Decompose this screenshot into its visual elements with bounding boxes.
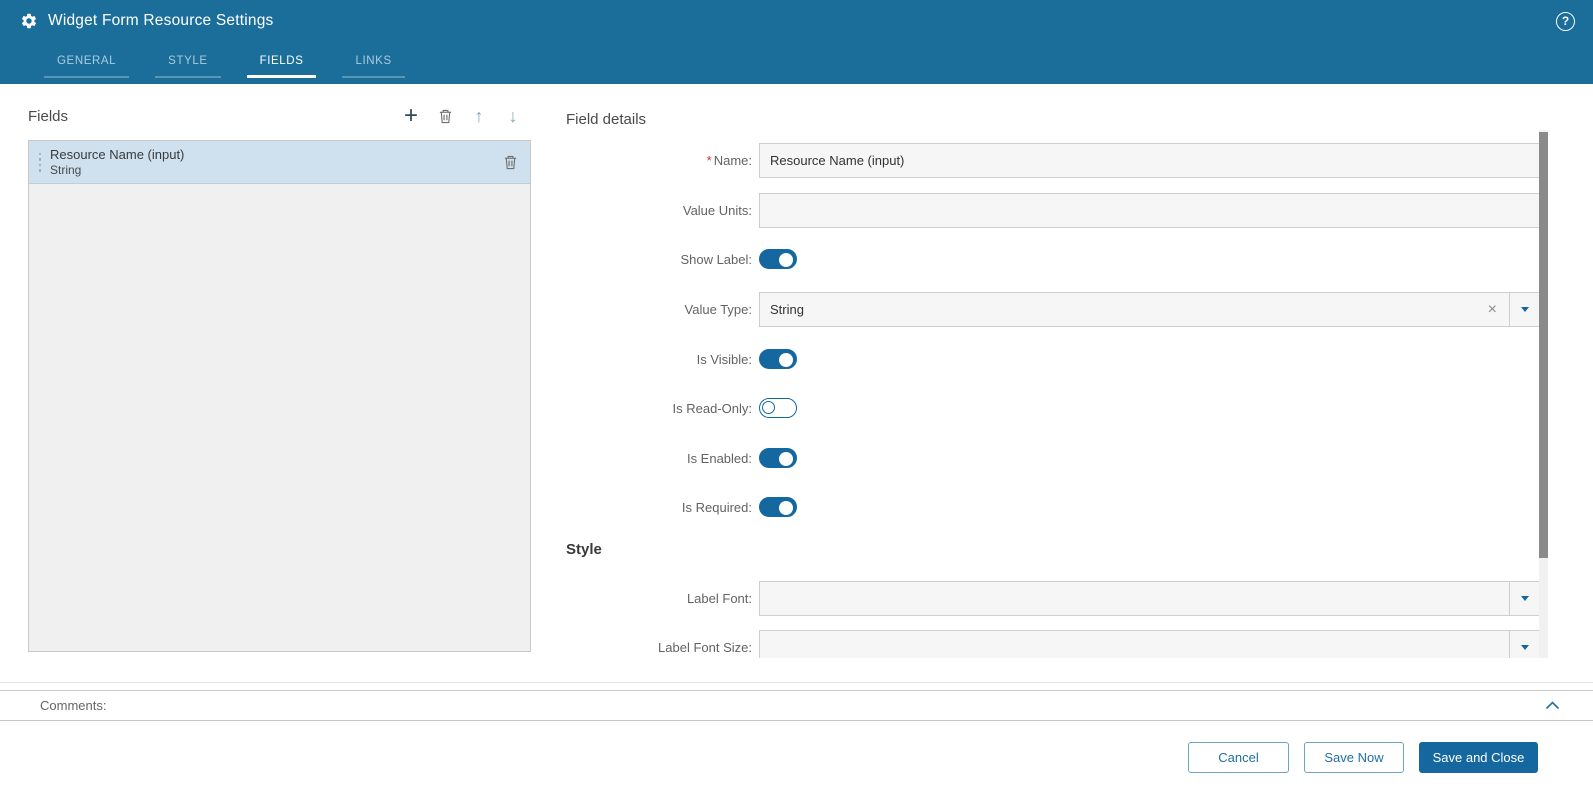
delete-field-button[interactable] [431, 102, 459, 130]
fields-list: Resource Name (input) String [28, 140, 531, 652]
style-section-heading: Style [566, 541, 602, 558]
fields-toolbar: + ↑ ↓ [397, 102, 531, 130]
is-required-toggle[interactable] [759, 497, 797, 517]
collapse-comments-icon[interactable] [1545, 701, 1560, 710]
is-read-only-toggle[interactable] [759, 398, 797, 418]
dialog-footer: Cancel Save Now Save and Close [0, 721, 1593, 793]
field-details-panel: Field details *Name: Value Units: Show L… [554, 84, 1593, 658]
value-type-value: String [760, 302, 1476, 317]
scrollbar-thumb[interactable] [1539, 132, 1548, 558]
dialog-header: Widget Form Resource Settings ? GENERAL … [0, 0, 1593, 84]
label-font-size-select[interactable] [759, 630, 1540, 658]
help-icon[interactable]: ? [1556, 12, 1575, 31]
is-visible-toggle[interactable] [759, 349, 797, 369]
is-read-only-label: Is Read-Only: [554, 401, 759, 416]
fields-panel-title: Fields [28, 108, 68, 125]
name-label: *Name: [554, 153, 759, 168]
tab-general[interactable]: GENERAL [44, 49, 129, 78]
is-enabled-label: Is Enabled: [554, 451, 759, 466]
move-field-down-button[interactable]: ↓ [499, 102, 527, 130]
tab-links[interactable]: LINKS [342, 49, 404, 78]
is-required-label: Is Required: [554, 500, 759, 515]
label-font-value [760, 592, 1509, 605]
cancel-button[interactable]: Cancel [1188, 742, 1289, 773]
field-item-type: String [50, 163, 184, 178]
field-item-name: Resource Name (input) [50, 147, 184, 163]
is-visible-label: Is Visible: [554, 352, 759, 367]
add-field-button[interactable]: + [397, 102, 425, 130]
label-font-size-value [760, 641, 1509, 654]
value-type-select[interactable]: String × [759, 292, 1540, 327]
content-divider [0, 682, 1593, 683]
value-units-input[interactable] [759, 193, 1540, 228]
tab-bar: GENERAL STYLE FIELDS LINKS [0, 42, 1593, 78]
clear-icon[interactable]: × [1476, 302, 1509, 318]
drag-handle-icon[interactable] [34, 153, 46, 172]
show-label-toggle[interactable] [759, 249, 797, 269]
details-scrollbar[interactable] [1539, 130, 1548, 658]
widget-form-resource-settings-dialog: Widget Form Resource Settings ? GENERAL … [0, 0, 1593, 793]
list-item-resource-name[interactable]: Resource Name (input) String [29, 141, 530, 184]
value-units-label: Value Units: [554, 203, 759, 218]
value-type-label: Value Type: [554, 302, 759, 317]
name-input[interactable] [759, 143, 1540, 178]
required-asterisk: * [707, 153, 712, 168]
label-font-select[interactable] [759, 581, 1540, 616]
tab-fields[interactable]: FIELDS [247, 49, 317, 78]
delete-item-button[interactable] [499, 150, 522, 174]
move-field-up-button[interactable]: ↑ [465, 102, 493, 130]
trash-icon [438, 108, 453, 124]
chevron-down-icon[interactable] [1509, 582, 1539, 615]
comments-bar[interactable]: Comments: [0, 690, 1593, 721]
label-font-label: Label Font: [554, 591, 759, 606]
field-details-title: Field details [566, 111, 646, 128]
label-font-size-label: Label Font Size: [554, 640, 759, 655]
save-now-button[interactable]: Save Now [1304, 742, 1404, 773]
tab-style[interactable]: STYLE [155, 49, 220, 78]
fields-panel: Fields + ↑ ↓ Resource Name (input) Strin… [28, 84, 531, 658]
gear-icon [20, 12, 38, 30]
is-enabled-toggle[interactable] [759, 448, 797, 468]
dialog-title: Widget Form Resource Settings [48, 12, 273, 30]
chevron-down-icon[interactable] [1509, 293, 1539, 326]
save-and-close-button[interactable]: Save and Close [1419, 742, 1538, 773]
show-label-label: Show Label: [554, 252, 759, 267]
comments-label: Comments: [40, 698, 106, 713]
trash-icon [503, 154, 518, 170]
chevron-down-icon[interactable] [1509, 631, 1539, 658]
